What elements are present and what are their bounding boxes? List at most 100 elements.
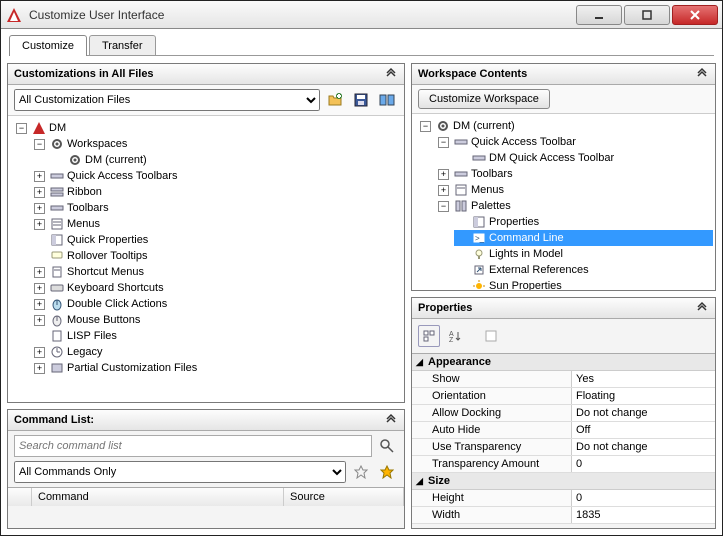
expand-toggle[interactable]: +: [34, 219, 45, 230]
expand-toggle[interactable]: +: [34, 299, 45, 310]
collapse-icon[interactable]: [384, 413, 398, 427]
tree-label: Menus: [67, 216, 100, 232]
close-button[interactable]: [672, 5, 718, 25]
expand-toggle[interactable]: +: [34, 171, 45, 182]
minimize-button[interactable]: [576, 5, 622, 25]
tree-workspaces[interactable]: − Workspaces: [32, 136, 402, 152]
tree-label: Properties: [489, 214, 539, 230]
tree-label: Ribbon: [67, 184, 102, 200]
window-title: Customize User Interface: [29, 8, 574, 22]
wc-toolbars[interactable]: +Toolbars: [436, 166, 713, 182]
expand-toggle[interactable]: +: [34, 267, 45, 278]
search-icon[interactable]: [376, 435, 398, 457]
light-icon: [472, 247, 486, 261]
properties-grid: ◢Appearance ShowYes OrientationFloating …: [412, 353, 715, 524]
customize-workspace-button[interactable]: Customize Workspace: [418, 89, 550, 109]
wc-menus[interactable]: +Menus: [436, 182, 713, 198]
customizations-tree: − DM − Workspaces: [10, 120, 402, 376]
tree-label: Partial Customization Files: [67, 360, 197, 376]
collapse-toggle[interactable]: −: [420, 121, 431, 132]
expand-toggle[interactable]: +: [34, 347, 45, 358]
tree-rollover-tooltips[interactable]: Rollover Tooltips: [32, 248, 402, 264]
tree-label: Shortcut Menus: [67, 264, 144, 280]
tree-toolbars[interactable]: +Toolbars: [32, 200, 402, 216]
tree-qat[interactable]: +Quick Access Toolbars: [32, 168, 402, 184]
expand-toggle[interactable]: +: [438, 169, 449, 180]
app-icon: [5, 6, 23, 24]
prop-orientation: OrientationFloating: [412, 388, 715, 405]
gear-icon: [68, 153, 82, 167]
wc-palette-sun[interactable]: Sun Properties: [454, 278, 713, 290]
favorite-icon[interactable]: [350, 461, 372, 483]
collapse-toggle[interactable]: −: [16, 123, 27, 134]
collapse-toggle[interactable]: −: [438, 201, 449, 212]
wc-qat-dm[interactable]: DM Quick Access Toolbar: [454, 150, 713, 166]
categorized-icon[interactable]: [418, 325, 440, 347]
titlebar: Customize User Interface: [1, 1, 722, 29]
expand-toggle[interactable]: +: [34, 363, 45, 374]
ribbon-icon: [50, 185, 64, 199]
tree-ribbon[interactable]: + Ribbon: [32, 184, 402, 200]
xref-icon: [472, 263, 486, 277]
expand-toggle[interactable]: +: [34, 203, 45, 214]
collapse-icon[interactable]: [695, 301, 709, 315]
tab-strip: Customize Transfer: [1, 29, 722, 56]
tab-transfer[interactable]: Transfer: [89, 35, 156, 56]
tree-lisp-files[interactable]: LISP Files: [32, 328, 402, 344]
toolbar-icon: [454, 135, 468, 149]
tree-label: Keyboard Shortcuts: [67, 280, 164, 296]
tree-label: Legacy: [67, 344, 102, 360]
wc-palette-lights[interactable]: Lights in Model: [454, 246, 713, 262]
collapse-toggle[interactable]: −: [34, 139, 45, 150]
customization-files-combo[interactable]: All Customization Files: [14, 89, 320, 111]
tree-shortcut-menus[interactable]: + Shortcut Menus: [32, 264, 402, 280]
col-command[interactable]: Command: [32, 488, 284, 506]
property-pages-icon[interactable]: [480, 325, 502, 347]
prop-height: Height0: [412, 490, 715, 507]
collapse-toggle[interactable]: −: [438, 137, 449, 148]
tree-mouse-buttons[interactable]: + Mouse Buttons: [32, 312, 402, 328]
tree-keyboard-shortcuts[interactable]: + Keyboard Shortcuts: [32, 280, 402, 296]
menus-icon: [50, 217, 64, 231]
tree-workspace-dm[interactable]: DM (current): [50, 152, 402, 168]
wc-palette-command-line[interactable]: >_Command Line: [454, 230, 713, 246]
wc-palette-extref[interactable]: External References: [454, 262, 713, 278]
wc-qat[interactable]: − Quick Access Toolbar: [436, 134, 713, 150]
command-filter-combo[interactable]: All Commands Only: [14, 461, 346, 483]
tree-label: Quick Access Toolbar: [471, 134, 576, 150]
toolbar-icon: [50, 201, 64, 215]
prop-show: ShowYes: [412, 371, 715, 388]
command-search-input[interactable]: [14, 435, 372, 457]
wc-palette-properties[interactable]: Properties: [454, 214, 713, 230]
palettes-icon: [454, 199, 468, 213]
properties-icon: [50, 233, 64, 247]
expand-toggle[interactable]: +: [34, 315, 45, 326]
tree-label: Rollover Tooltips: [67, 248, 148, 264]
save-icon[interactable]: [350, 89, 372, 111]
tree-legacy[interactable]: + Legacy: [32, 344, 402, 360]
maximize-button[interactable]: [624, 5, 670, 25]
tree-label: Double Click Actions: [67, 296, 167, 312]
tab-customize[interactable]: Customize: [9, 35, 87, 56]
expand-toggle[interactable]: +: [34, 283, 45, 294]
prop-transparency-amount: Transparency Amount0: [412, 456, 715, 473]
collapse-icon[interactable]: [384, 67, 398, 81]
alphabetical-icon[interactable]: AZ: [444, 325, 466, 347]
tree-root-dm[interactable]: − DM: [14, 120, 402, 136]
tree-partial-cust[interactable]: + Partial Customization Files: [32, 360, 402, 376]
tree-label: Mouse Buttons: [67, 312, 140, 328]
collapse-icon[interactable]: [695, 67, 709, 81]
new-command-icon[interactable]: [376, 461, 398, 483]
expand-toggle[interactable]: +: [34, 187, 45, 198]
tree-double-click[interactable]: + Double Click Actions: [32, 296, 402, 312]
mouse-icon: [50, 313, 64, 327]
tree-quick-properties[interactable]: Quick Properties: [32, 232, 402, 248]
expand-toggle[interactable]: +: [438, 185, 449, 196]
panels-icon[interactable]: [376, 89, 398, 111]
properties-title: Properties: [418, 302, 472, 314]
wc-palettes[interactable]: −Palettes: [436, 198, 713, 214]
tree-menus[interactable]: + Menus: [32, 216, 402, 232]
open-file-icon[interactable]: [324, 89, 346, 111]
wc-root-dm[interactable]: − DM (current): [418, 118, 713, 134]
col-source[interactable]: Source: [284, 488, 404, 506]
